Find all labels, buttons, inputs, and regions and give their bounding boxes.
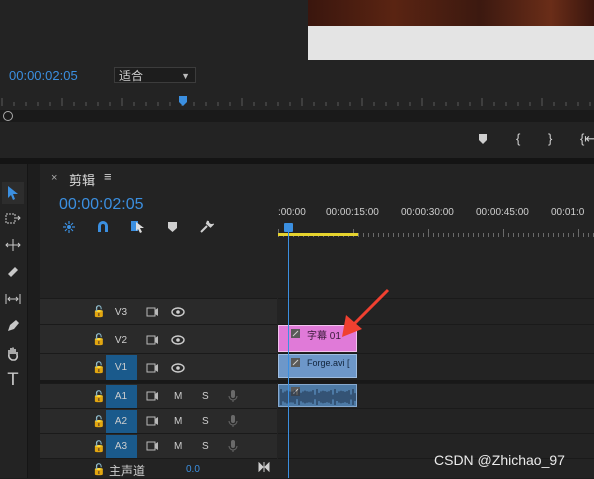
snap-magnet-icon[interactable]	[96, 220, 110, 234]
monitor-video-frame	[308, 0, 594, 26]
sync-lock-icon[interactable]	[146, 416, 159, 426]
sync-lock-icon[interactable]	[146, 363, 159, 373]
track-select-icon	[5, 213, 21, 224]
mute-button[interactable]: M	[174, 416, 182, 427]
sync-lock-icon[interactable]	[146, 441, 159, 451]
mute-button[interactable]: M	[174, 391, 182, 402]
hand-icon	[8, 347, 19, 361]
add-marker-icon[interactable]	[167, 221, 178, 233]
master-volume-value[interactable]: 0.0	[186, 464, 200, 475]
close-icon[interactable]: ×	[51, 172, 57, 184]
scroll-handle[interactable]	[3, 111, 13, 121]
mark-in-button[interactable]: {	[516, 131, 520, 146]
hand-tool[interactable]	[2, 342, 24, 364]
selection-tool[interactable]	[2, 182, 24, 204]
razor-icon	[8, 267, 18, 277]
video-clip[interactable]: Forge.avi [	[278, 354, 357, 378]
microphone-icon[interactable]	[228, 414, 238, 428]
fit-select[interactable]: 适合 ▼	[114, 67, 196, 83]
track-header-v3[interactable]: 🔓 V3	[40, 298, 277, 324]
lock-icon[interactable]: 🔓	[92, 415, 106, 428]
panel-menu-icon[interactable]: ≡	[104, 169, 112, 184]
sync-lock-icon[interactable]	[146, 335, 159, 345]
track-label-v2: V2	[114, 335, 128, 346]
ruler-label: 00:00:15:00	[326, 207, 379, 218]
lock-icon[interactable]: 🔓	[92, 463, 106, 476]
eye-icon[interactable]	[171, 363, 185, 373]
add-marker-icon[interactable]	[477, 133, 489, 145]
fit-select-label: 适合	[119, 69, 144, 83]
ripple-edit-icon	[5, 239, 21, 251]
track-header-a2[interactable]: 🔓 A2 M S	[40, 408, 277, 433]
track-header-v2[interactable]: 🔓 V2	[40, 324, 277, 353]
track-header-v1[interactable]: 🔓 V1	[40, 353, 277, 380]
playhead-line[interactable]	[288, 223, 289, 478]
track-select-tool[interactable]	[2, 208, 24, 230]
monitor-title-band	[308, 26, 594, 60]
type-tool[interactable]: T	[2, 369, 24, 391]
audio-waveform	[280, 389, 356, 405]
ruler-label: 00:00:45:00	[476, 207, 529, 218]
monitor-timeline-ruler[interactable]	[0, 96, 594, 108]
work-area-bar[interactable]	[278, 233, 358, 236]
fx-badge-icon	[291, 329, 300, 338]
slip-icon	[5, 294, 21, 304]
track-label-a1: A1	[114, 391, 128, 402]
playhead-handle[interactable]	[284, 223, 293, 232]
timeline-timecode[interactable]: 00:00:02:05	[59, 196, 144, 214]
pen-icon	[8, 320, 19, 331]
annotation-arrow-icon	[342, 288, 390, 337]
arrow-cursor-icon	[8, 186, 18, 200]
nest-sequence-icon[interactable]	[62, 220, 76, 234]
solo-button[interactable]: S	[202, 391, 209, 402]
sync-lock-icon[interactable]	[146, 307, 159, 317]
ruler-label: 00:01:0	[551, 207, 585, 218]
eye-icon[interactable]	[171, 307, 185, 317]
master-track-header[interactable]: 🔓 主声道 0.0	[40, 458, 277, 478]
track-label-v3: V3	[114, 307, 128, 318]
linked-selection-icon[interactable]	[130, 219, 146, 234]
video-clip-label: Forge.avi [	[307, 358, 350, 368]
track-label-a2: A2	[114, 416, 128, 427]
microphone-icon[interactable]	[228, 389, 238, 403]
lock-icon[interactable]: 🔓	[92, 305, 106, 318]
lock-icon[interactable]: 🔓	[92, 390, 106, 403]
track-header-a1[interactable]: 🔓 A1 M S	[40, 383, 277, 408]
lock-icon[interactable]: 🔓	[92, 333, 106, 346]
track-header-a3[interactable]: 🔓 A3 M S	[40, 433, 277, 458]
monitor-scrollbar[interactable]	[0, 110, 594, 122]
solo-button[interactable]: S	[202, 441, 209, 452]
go-to-in-button[interactable]: {⇤	[580, 131, 594, 147]
track-label-v1: V1	[114, 362, 128, 373]
monitor-timecode[interactable]: 00:00:02:05	[9, 68, 78, 83]
slip-tool[interactable]	[2, 288, 24, 310]
mute-button[interactable]: M	[174, 441, 182, 452]
audio-clip[interactable]	[278, 384, 357, 407]
tools-panel: T	[0, 164, 28, 478]
sync-lock-icon[interactable]	[146, 391, 159, 401]
go-to-end-icon[interactable]	[258, 462, 270, 472]
monitor-playhead[interactable]	[179, 96, 187, 106]
watermark: CSDN @Zhichao_97	[434, 452, 565, 468]
ruler-label: 00:00:30:00	[401, 207, 454, 218]
lock-icon[interactable]: 🔓	[92, 361, 106, 374]
timeline-tab-title[interactable]: 剪辑	[69, 170, 95, 189]
eye-icon[interactable]	[171, 335, 185, 345]
solo-button[interactable]: S	[202, 416, 209, 427]
ripple-edit-tool[interactable]	[2, 234, 24, 256]
lock-icon[interactable]: 🔓	[92, 440, 106, 453]
chevron-down-icon: ▼	[181, 71, 190, 81]
razor-tool[interactable]	[2, 261, 24, 283]
ruler-label: :00:00	[278, 207, 306, 218]
wrench-icon[interactable]	[199, 219, 214, 234]
track-lane-v3[interactable]	[278, 298, 594, 324]
pen-tool[interactable]	[2, 315, 24, 337]
master-track-label: 主声道	[109, 464, 146, 478]
fx-badge-icon	[291, 358, 300, 367]
type-tool-icon: T	[7, 370, 19, 390]
track-lane-a2[interactable]	[278, 408, 594, 433]
track-label-a3: A3	[114, 441, 128, 452]
mark-out-button[interactable]: }	[548, 131, 552, 146]
microphone-icon[interactable]	[228, 439, 238, 453]
